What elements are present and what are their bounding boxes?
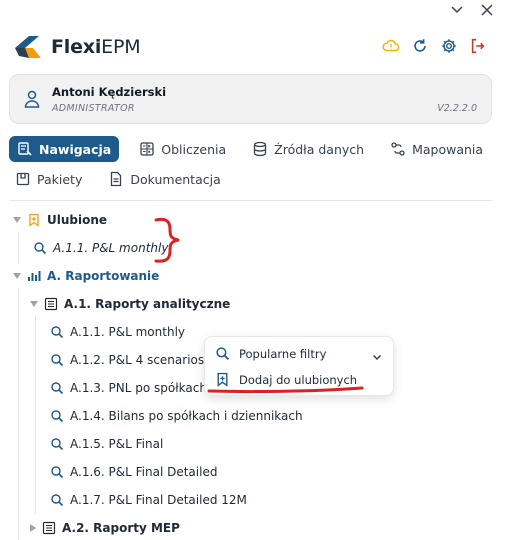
app-version: V2.2.2.0 (437, 103, 477, 114)
tree-item-report[interactable]: A.1.2. P&L 4 scenarios (50, 353, 204, 367)
section-divider (9, 200, 492, 201)
user-name: Antoni Kędzierski (52, 85, 167, 99)
annotation-bracket (154, 217, 180, 263)
search-report-icon (51, 354, 64, 367)
tree-item-report[interactable]: A.1.4. Bilans po spółkach i dziennikach (50, 409, 303, 423)
tree-item-report[interactable]: A.1.1. P&L monthly (50, 325, 185, 339)
database-icon (254, 141, 267, 157)
close-icon[interactable] (479, 2, 495, 18)
expand-caret-icon[interactable] (30, 301, 38, 307)
user-card: Antoni Kędzierski ADMINISTRATOR V2.2.2.0 (9, 74, 492, 124)
collapse-chevron-icon[interactable] (449, 2, 465, 18)
tab-zrodla-danych[interactable]: Źródła danych (246, 136, 370, 162)
expand-caret-icon[interactable] (13, 217, 21, 223)
user-avatar-icon (24, 90, 40, 112)
tree-node-mep[interactable]: A.2. Raporty MEP (30, 521, 180, 535)
menu-item-popular-filters[interactable]: Popularne filtry (215, 346, 326, 361)
settings-gear-icon[interactable] (440, 37, 458, 55)
tab-nawigacja[interactable]: Nawigacja (9, 136, 120, 162)
refresh-icon[interactable] (411, 37, 429, 55)
app-name: FlexiEPM (51, 36, 141, 58)
tree-guide (18, 288, 19, 540)
search-report-icon (34, 242, 47, 255)
tree-item-report[interactable]: A.1.5. P&L Final (50, 437, 163, 451)
search-report-icon (51, 326, 64, 339)
list-icon (44, 297, 58, 311)
tree-node-analytic[interactable]: A.1. Raporty analityczne (30, 297, 230, 311)
tree-guide (18, 232, 19, 264)
bar-chart-icon (28, 271, 41, 281)
list-icon (42, 521, 56, 535)
tree-item-report[interactable]: A.1.6. P&L Final Detailed (50, 465, 217, 479)
search-icon (216, 347, 229, 360)
bookmark-icon (29, 213, 39, 227)
search-report-icon (51, 438, 64, 451)
search-report-icon (51, 466, 64, 479)
chevron-down-icon[interactable] (371, 348, 383, 367)
top-actions (382, 37, 487, 55)
tab-dokumentacja[interactable]: Dokumentacja (102, 166, 226, 192)
tree-node-favorites[interactable]: Ulubione (13, 213, 107, 227)
search-report-icon (51, 494, 64, 507)
app-logo: FlexiEPM (13, 32, 141, 62)
tree-item-report[interactable]: A.1.7. P&L Final Detailed 12M (50, 493, 247, 507)
search-report-icon (51, 382, 64, 395)
annotation-underline (207, 386, 364, 394)
tree-item-favorite[interactable]: A.1.1. P&L monthly (33, 241, 168, 255)
tree-node-reporting[interactable]: A. Raportowanie (13, 269, 159, 283)
mapping-icon (391, 142, 405, 156)
package-icon (16, 172, 30, 186)
tree-item-report[interactable]: A.1.3. PNL po spółkach i (50, 381, 214, 395)
window-controls (449, 2, 495, 18)
tab-pakiety[interactable]: Pakiety (9, 166, 88, 192)
tree-guide (35, 316, 36, 514)
logout-icon[interactable] (469, 37, 487, 55)
user-role: ADMINISTRATOR (52, 103, 135, 114)
tabs-row-2: Pakiety Dokumentacja (9, 166, 227, 192)
collapse-caret-icon[interactable] (30, 524, 36, 532)
expand-caret-icon[interactable] (13, 273, 21, 279)
document-icon (111, 171, 122, 187)
tab-mapowania[interactable]: Mapowania (384, 136, 489, 162)
flexiepm-logo-icon (15, 36, 41, 58)
tab-obliczenia[interactable]: Obliczenia (133, 136, 232, 162)
cloud-warning-icon[interactable] (382, 37, 400, 55)
search-report-icon (51, 410, 64, 423)
tabs-row-1: Nawigacja Obliczenia Źródła danych Mapow… (9, 136, 489, 162)
navigation-icon (18, 142, 32, 156)
calculator-icon (140, 142, 154, 156)
